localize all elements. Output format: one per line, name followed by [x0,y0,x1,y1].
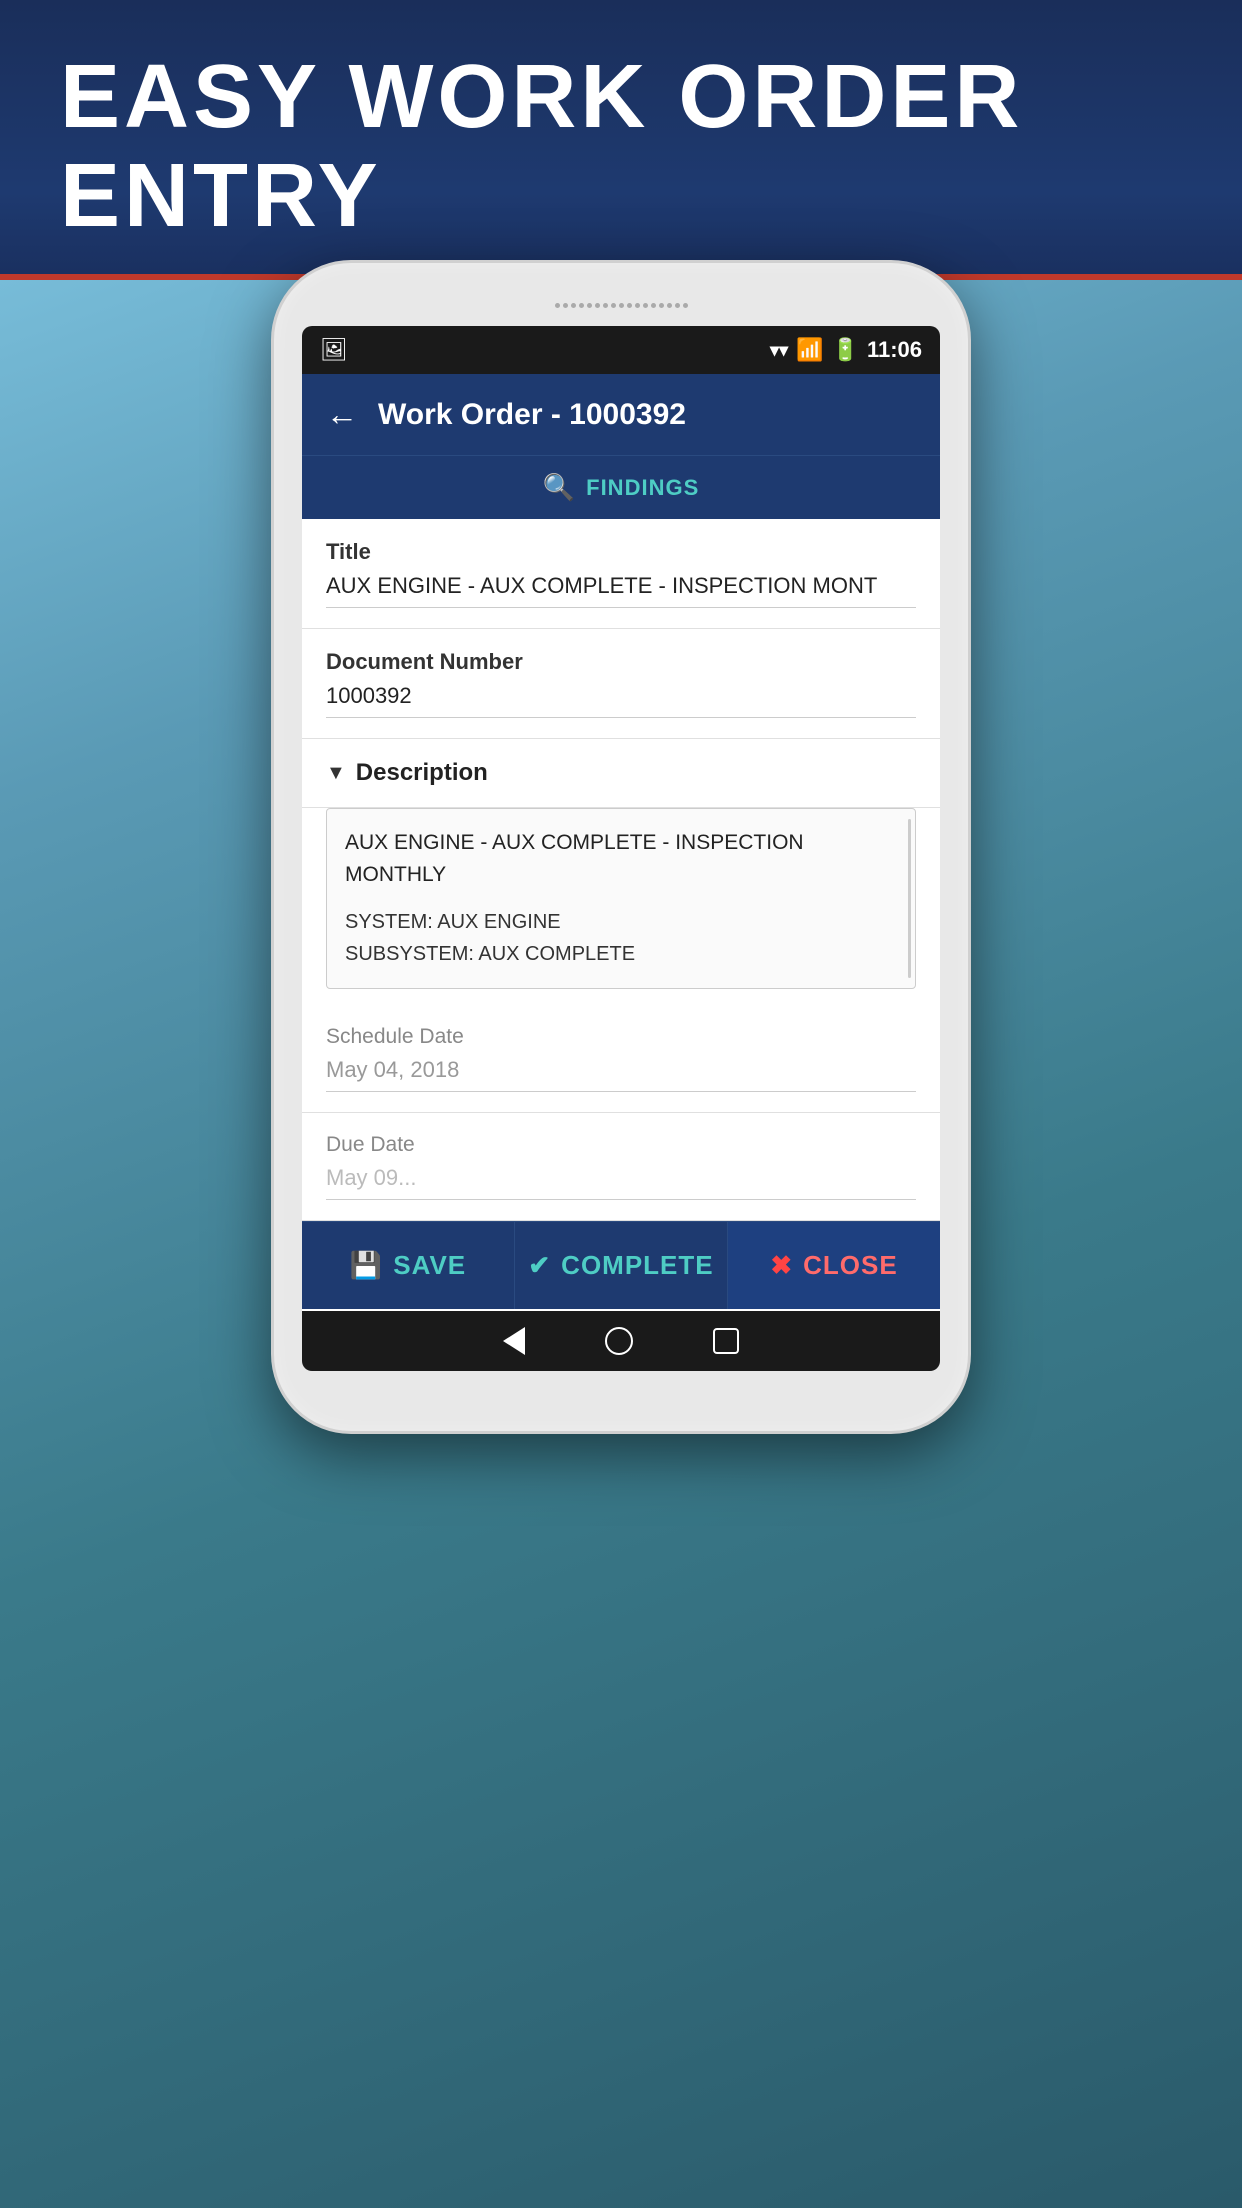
close-button[interactable]: ✖ CLOSE [728,1222,940,1309]
phone-mockup: 🖼 ▾▾ 📶 🔋 11:06 ← Work Order - 1000392 🔍 … [271,260,971,1434]
complete-icon: ✔ [528,1250,551,1281]
photo-icon: 🖼 [320,337,348,363]
speaker-dots [555,303,688,308]
work-order-title: Work Order - 1000392 [378,398,686,432]
header-title: EASY WORK ORDER ENTRY [60,48,1182,246]
save-icon: 💾 [350,1250,383,1281]
home-nav-icon[interactable] [605,1327,633,1355]
description-system: SYSTEM: AUX ENGINE [345,906,897,938]
save-button[interactable]: 💾 SAVE [302,1222,515,1309]
description-text: AUX ENGINE - AUX COMPLETE - INSPECTION M… [345,827,897,890]
description-label: Description [356,759,488,787]
document-number-field: Document Number 1000392 [302,629,940,739]
document-number-value[interactable]: 1000392 [326,683,916,718]
signal-icon: 📶 [796,337,823,363]
due-date-label: Due Date [326,1133,916,1157]
chevron-down-icon: ▼ [326,762,346,785]
close-icon: ✖ [770,1250,793,1281]
back-nav-icon[interactable] [503,1327,525,1355]
schedule-date-label: Schedule Date [326,1025,916,1049]
findings-label: FINDINGS [586,475,699,501]
save-label: SAVE [393,1250,466,1281]
scrollbar [908,819,911,978]
description-header[interactable]: ▼ Description [302,739,940,808]
status-left: 🖼 [320,337,348,363]
due-date-value[interactable]: May 09... [326,1165,916,1200]
schedule-date-field: Schedule Date May 04, 2018 [302,1005,940,1113]
complete-button[interactable]: ✔ COMPLETE [515,1222,728,1309]
due-date-field: Due Date May 09... [302,1113,940,1221]
findings-tab[interactable]: 🔍 FINDINGS [302,455,940,519]
description-box[interactable]: AUX ENGINE - AUX COMPLETE - INSPECTION M… [326,808,916,989]
battery-icon: 🔋 [832,337,859,363]
status-time: 11:06 [867,337,922,363]
findings-icon: 🔍 [543,472,576,503]
form-content: Title AUX ENGINE - AUX COMPLETE - INSPEC… [302,519,940,1309]
phone-body: 🖼 ▾▾ 📶 🔋 11:06 ← Work Order - 1000392 🔍 … [271,260,971,1434]
complete-label: COMPLETE [561,1250,713,1281]
app-header: ← Work Order - 1000392 [302,374,940,455]
description-meta: SYSTEM: AUX ENGINE SUBSYSTEM: AUX COMPLE… [345,906,897,970]
title-field: Title AUX ENGINE - AUX COMPLETE - INSPEC… [302,519,940,629]
header-banner: EASY WORK ORDER ENTRY [0,0,1242,280]
document-number-label: Document Number [326,649,916,675]
phone-speaker [302,303,940,308]
description-subsystem: SUBSYSTEM: AUX COMPLETE [345,938,897,970]
schedule-date-value[interactable]: May 04, 2018 [326,1057,916,1092]
close-label: CLOSE [803,1250,898,1281]
status-bar: 🖼 ▾▾ 📶 🔋 11:06 [302,326,940,374]
phone-screen: 🖼 ▾▾ 📶 🔋 11:06 ← Work Order - 1000392 🔍 … [302,326,940,1371]
title-value[interactable]: AUX ENGINE - AUX COMPLETE - INSPECTION M… [326,573,916,608]
action-buttons: 💾 SAVE ✔ COMPLETE ✖ CLOSE [302,1221,940,1309]
back-button[interactable]: ← [326,396,358,433]
phone-nav-bar [302,1311,940,1371]
status-right: ▾▾ 📶 🔋 11:06 [770,337,922,363]
recents-nav-icon[interactable] [713,1328,739,1354]
title-label: Title [326,539,916,565]
wifi-icon: ▾▾ [770,340,788,361]
